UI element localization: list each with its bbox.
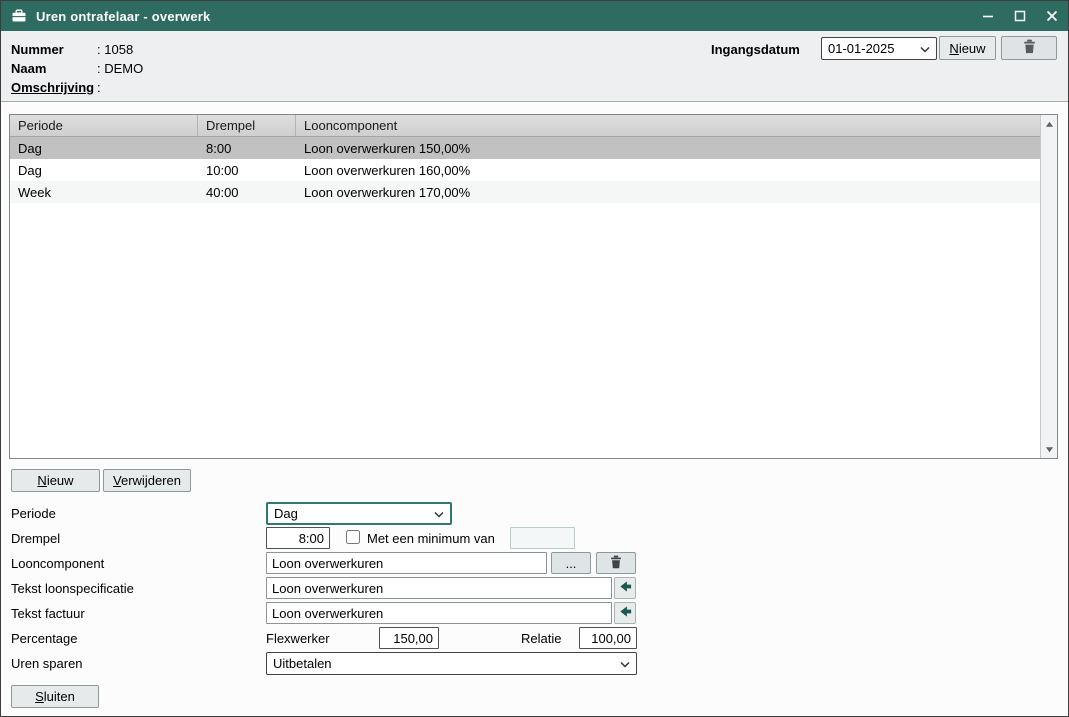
flexwerker-label: Flexwerker: [266, 631, 330, 646]
trash-icon: [609, 555, 623, 572]
minimum-input[interactable]: [510, 527, 575, 549]
sluiten-button[interactable]: Sluiten: [11, 685, 99, 708]
arrow-left-icon: [618, 604, 633, 622]
copy-tekst-loonspecificatie-button[interactable]: [614, 577, 636, 599]
nieuw-label-rest: ieuw: [959, 41, 986, 56]
trash-icon: [1022, 39, 1037, 57]
delete-looncomponent-button[interactable]: [596, 552, 636, 574]
sluiten-label-accel: S: [35, 689, 44, 704]
nieuw-row-button[interactable]: Nieuw: [11, 469, 100, 492]
column-header-periode[interactable]: Periode: [10, 115, 198, 136]
periods-table: Periode Drempel Looncomponent Dag 8:00 L…: [9, 114, 1058, 459]
cell-looncomponent: Loon overwerkuren 170,00%: [296, 181, 1040, 203]
table-body: Dag 8:00 Loon overwerkuren 150,00% Dag 1…: [10, 137, 1040, 458]
nieuw-label-accel: N: [949, 41, 958, 56]
percentage-label: Percentage: [11, 631, 78, 646]
naam-label: Naam: [11, 61, 97, 76]
periode-select[interactable]: Dag: [266, 502, 452, 525]
table-row[interactable]: Dag 8:00 Loon overwerkuren 150,00%: [10, 137, 1040, 159]
naam-value: DEMO: [104, 61, 143, 76]
relatie-percentage-input[interactable]: [579, 627, 637, 649]
chevron-down-icon: [620, 656, 630, 671]
titlebar: Uren ontrafelaar - overwerk: [1, 1, 1068, 31]
tekst-loonspecificatie-label: Tekst loonspecificatie: [11, 581, 134, 596]
delete-ingangsdatum-button[interactable]: [1001, 36, 1057, 60]
cell-drempel: 10:00: [198, 159, 296, 181]
table-row[interactable]: Week 40:00 Loon overwerkuren 170,00%: [10, 181, 1040, 203]
tekst-loonspecificatie-input[interactable]: [266, 577, 612, 599]
minimum-checkbox[interactable]: [346, 530, 360, 544]
tekst-factuur-label: Tekst factuur: [11, 606, 85, 621]
app-icon: [11, 8, 27, 24]
nieuw-row-label-accel: N: [37, 473, 46, 488]
omschrijving-field: Omschrijving:: [11, 80, 104, 95]
uren-sparen-select[interactable]: Uitbetalen: [266, 652, 637, 675]
minimize-icon[interactable]: [972, 1, 1004, 31]
window-controls: [972, 1, 1068, 31]
uren-sparen-label: Uren sparen: [11, 656, 83, 671]
cell-looncomponent: Loon overwerkuren 160,00%: [296, 159, 1040, 181]
ingangsdatum-value: 01-01-2025: [828, 41, 920, 56]
nummer-field: Nummer: 1058: [11, 42, 133, 57]
vertical-scrollbar[interactable]: [1040, 115, 1057, 458]
cell-looncomponent: Loon overwerkuren 150,00%: [296, 137, 1040, 159]
drempel-input[interactable]: [266, 527, 330, 549]
naam-separator: :: [97, 61, 101, 76]
column-header-drempel[interactable]: Drempel: [198, 115, 296, 136]
cell-drempel: 40:00: [198, 181, 296, 203]
cell-periode: Dag: [10, 137, 198, 159]
window-title: Uren ontrafelaar - overwerk: [36, 9, 210, 24]
looncomponent-input[interactable]: [266, 552, 547, 574]
omschrijving-label: Omschrijving: [11, 80, 97, 95]
nieuw-ingangsdatum-button[interactable]: Nieuw: [939, 36, 996, 60]
arrow-left-icon: [618, 579, 633, 597]
verwijderen-label-rest: erwijderen: [121, 473, 181, 488]
looncomponent-label: Looncomponent: [11, 556, 104, 571]
chevron-down-icon: [434, 506, 444, 521]
cell-drempel: 8:00: [198, 137, 296, 159]
scroll-down-icon[interactable]: [1041, 441, 1057, 457]
nummer-value: 1058: [104, 42, 133, 57]
table-header: Periode Drempel Looncomponent: [10, 115, 1040, 137]
omschrijving-separator: :: [97, 80, 101, 95]
chevron-down-icon: [920, 41, 930, 56]
tekst-factuur-input[interactable]: [266, 602, 612, 624]
verwijderen-button[interactable]: Verwijderen: [103, 469, 191, 492]
drempel-label: Drempel: [11, 531, 60, 546]
nummer-label: Nummer: [11, 42, 97, 57]
periode-value: Dag: [274, 506, 434, 521]
table-row[interactable]: Dag 10:00 Loon overwerkuren 160,00%: [10, 159, 1040, 181]
nieuw-row-label-rest: ieuw: [47, 473, 74, 488]
verwijderen-label-accel: V: [113, 473, 121, 488]
uren-sparen-value: Uitbetalen: [273, 656, 620, 671]
ingangsdatum-label: Ingangsdatum: [711, 42, 800, 57]
browse-label: ...: [566, 556, 577, 571]
copy-tekst-factuur-button[interactable]: [614, 602, 636, 624]
cell-periode: Week: [10, 181, 198, 203]
minimum-label: Met een minimum van: [367, 531, 495, 546]
browse-looncomponent-button[interactable]: ...: [551, 552, 591, 574]
maximize-icon[interactable]: [1004, 1, 1036, 31]
close-icon[interactable]: [1036, 1, 1068, 31]
cell-periode: Dag: [10, 159, 198, 181]
periode-label: Periode: [11, 506, 56, 521]
header: Nummer: 1058 Naam: DEMO Omschrijving: In…: [1, 31, 1068, 102]
scroll-up-icon[interactable]: [1041, 116, 1057, 132]
relatie-label: Relatie: [521, 631, 561, 646]
ingangsdatum-select[interactable]: 01-01-2025: [821, 37, 937, 60]
column-header-looncomponent[interactable]: Looncomponent: [296, 115, 1040, 136]
nummer-separator: :: [97, 42, 101, 57]
flexwerker-percentage-input[interactable]: [379, 627, 439, 649]
naam-field: Naam: DEMO: [11, 61, 143, 76]
dialog-window: Uren ontrafelaar - overwerk Nummer: 1058…: [0, 0, 1069, 717]
sluiten-label-rest: luiten: [44, 689, 75, 704]
